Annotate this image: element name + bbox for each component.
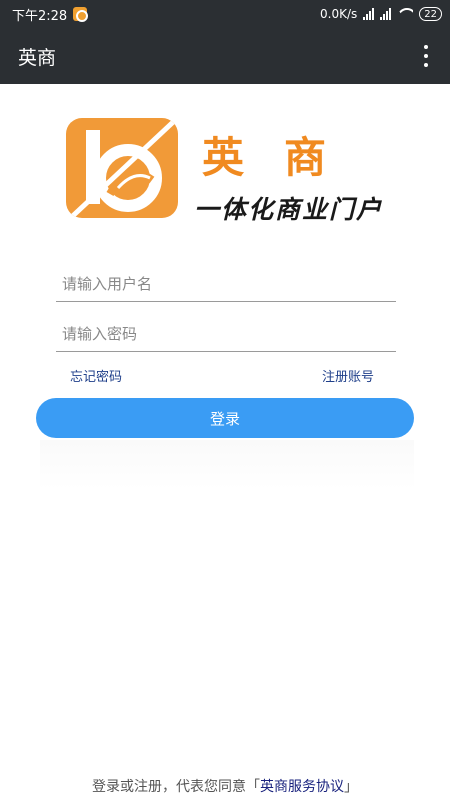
signal-icon-2 xyxy=(380,8,392,20)
app-notification-icon xyxy=(73,7,89,22)
brand-slogan: 一体化商业门户 xyxy=(194,195,384,224)
password-input[interactable] xyxy=(56,316,396,351)
more-options-icon[interactable] xyxy=(420,39,432,73)
status-left: 下午2:28 xyxy=(12,5,89,24)
agreement-suffix: 」 xyxy=(344,779,358,795)
status-right: 0.0K/s 22 xyxy=(320,7,442,21)
app-bar: 英商 xyxy=(0,28,450,84)
service-agreement-link[interactable]: 英商服务协议 xyxy=(260,779,344,795)
app-title: 英商 xyxy=(18,46,57,69)
brand-logo-area: 英商 一体化商业门户 xyxy=(66,118,396,228)
status-bar: 下午2:28 0.0K/s 22 xyxy=(0,0,450,28)
signal-icon xyxy=(363,8,375,20)
username-field[interactable] xyxy=(56,266,396,302)
username-input[interactable] xyxy=(56,266,396,301)
logo-icon xyxy=(66,118,178,218)
battery-icon: 22 xyxy=(419,7,442,21)
brand-name: 英商 xyxy=(202,133,367,182)
status-time: 下午2:28 xyxy=(12,8,68,24)
password-field[interactable] xyxy=(56,316,396,352)
card-shadow xyxy=(40,440,414,490)
login-button[interactable]: 登录 xyxy=(36,398,414,438)
agreement-text: 登录或注册，代表您同意「英商服务协议」 xyxy=(0,776,450,796)
register-link[interactable]: 注册账号 xyxy=(322,366,374,385)
agreement-prefix: 登录或注册，代表您同意「 xyxy=(92,779,260,795)
network-speed: 0.0K/s xyxy=(320,7,358,21)
wifi-icon xyxy=(397,8,413,20)
forgot-password-link[interactable]: 忘记密码 xyxy=(70,366,122,385)
